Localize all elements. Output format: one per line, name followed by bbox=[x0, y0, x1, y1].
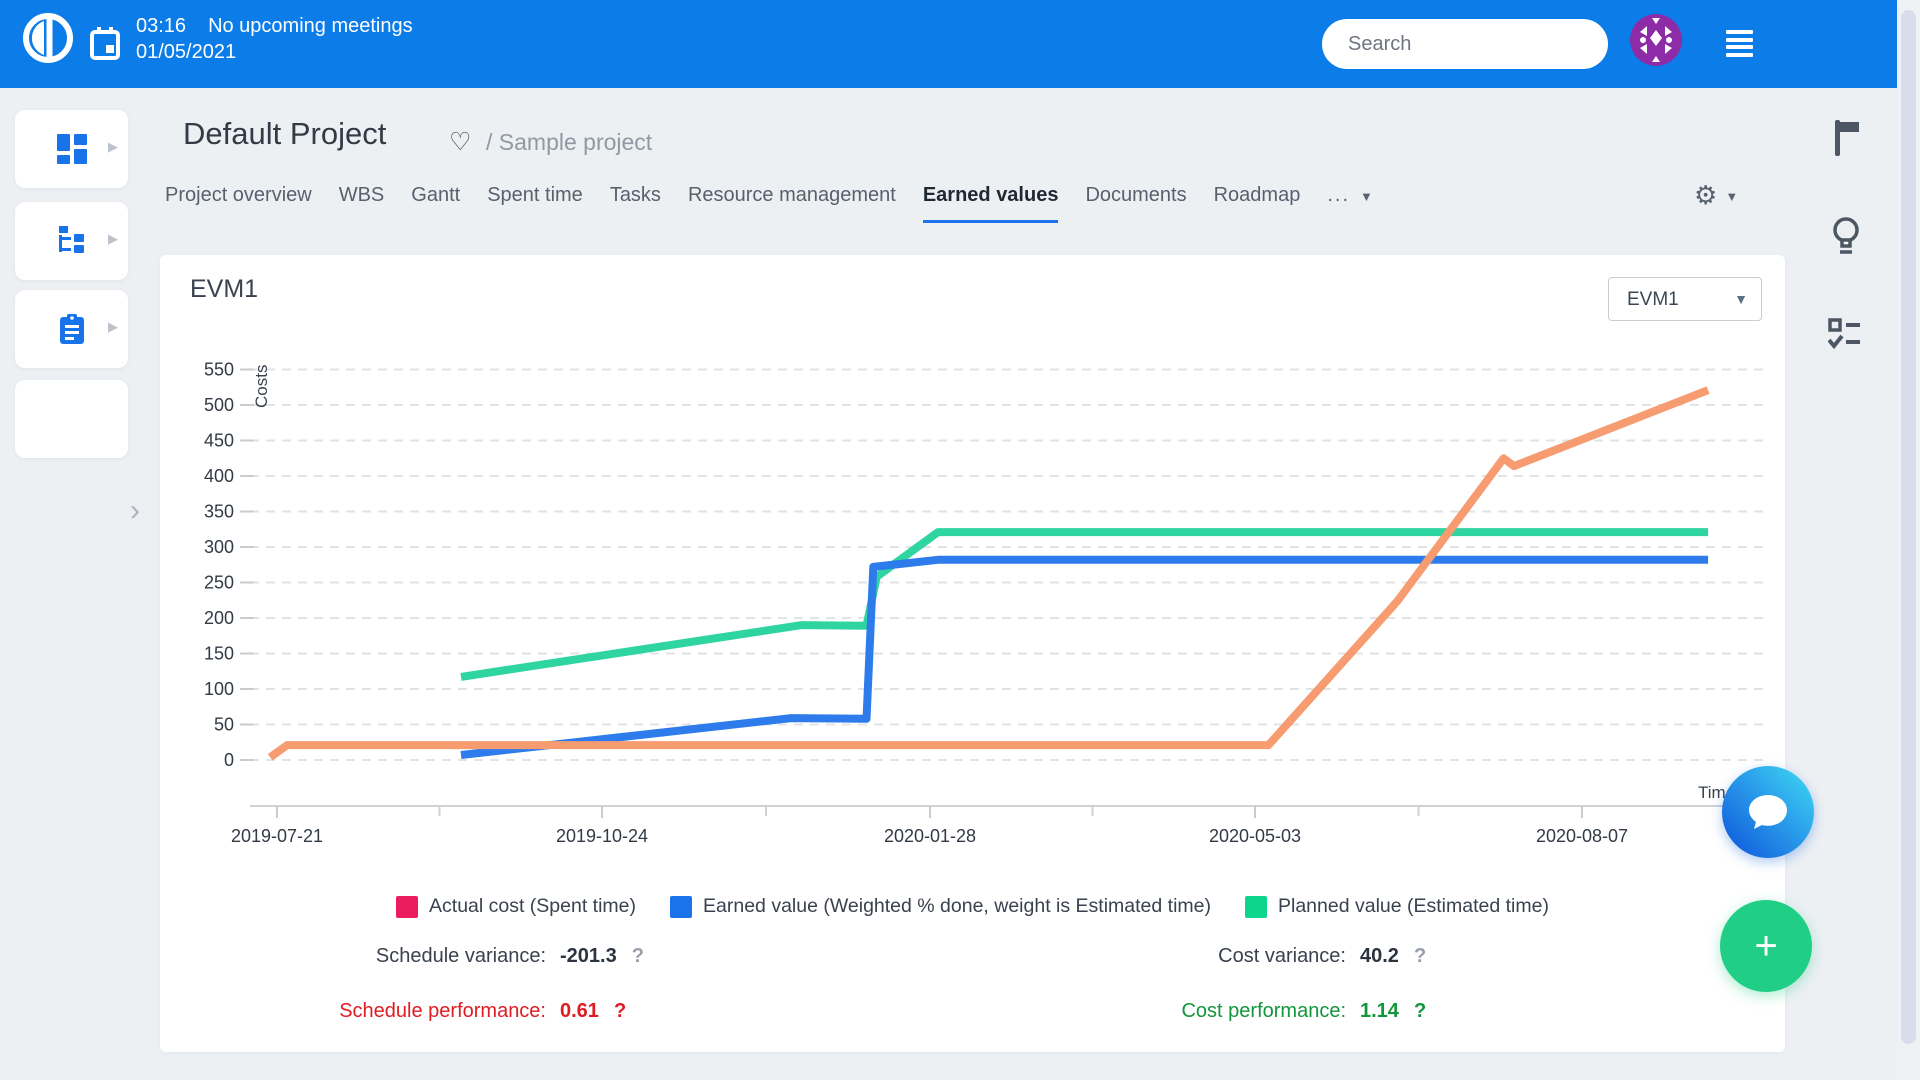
stat-value: 0.61 bbox=[560, 1000, 599, 1023]
header-agenda: 03:16 No upcoming meetings 01/05/2021 bbox=[136, 13, 413, 65]
calendar-icon[interactable] bbox=[90, 25, 120, 63]
tab-settings-group[interactable]: ⚙▼ bbox=[1694, 180, 1738, 211]
tab-resource-management[interactable]: Resource management bbox=[688, 184, 896, 223]
svg-text:2020-01-28: 2020-01-28 bbox=[884, 826, 976, 846]
ellipsis-icon: ... bbox=[1327, 184, 1350, 206]
legend-item: Earned value (Weighted % done, weight is… bbox=[670, 895, 1211, 918]
legend-item: Planned value (Estimated time) bbox=[1245, 895, 1549, 918]
stat-label: Cost variance: bbox=[1000, 945, 1346, 968]
chart-heading: EVM1 bbox=[190, 275, 258, 304]
svg-text:200: 200 bbox=[204, 608, 234, 628]
wbs-tree-icon bbox=[57, 226, 87, 256]
help-icon[interactable]: ? bbox=[632, 945, 644, 968]
svg-text:50: 50 bbox=[214, 715, 234, 735]
evm-selector[interactable]: EVM1 ▼ bbox=[1608, 277, 1762, 321]
sidebar-item-project-structure[interactable]: ▶ bbox=[15, 202, 128, 280]
svg-text:2020-05-03: 2020-05-03 bbox=[1209, 826, 1301, 846]
chevron-right-icon: ▶ bbox=[108, 231, 118, 247]
sidebar-item-dashboard[interactable]: ▶ bbox=[15, 110, 128, 188]
header-date: 01/05/2021 bbox=[136, 39, 413, 65]
chat-fab-button[interactable] bbox=[1722, 766, 1814, 858]
help-icon[interactable]: ? bbox=[1414, 945, 1426, 968]
cost-variance-stat: Cost variance: 40.2 ? bbox=[1000, 945, 1426, 968]
tab-roadmap[interactable]: Roadmap bbox=[1214, 184, 1301, 223]
tab-earned-values[interactable]: Earned values bbox=[923, 184, 1059, 223]
task-checklist-icon[interactable] bbox=[1828, 318, 1862, 355]
search-input[interactable] bbox=[1322, 19, 1608, 69]
plus-icon: + bbox=[1754, 924, 1777, 969]
svg-text:550: 550 bbox=[204, 360, 234, 380]
sidebar-item-tasks[interactable]: ▶ bbox=[15, 290, 128, 368]
dashboard-icon bbox=[57, 134, 87, 164]
lightbulb-icon[interactable] bbox=[1831, 216, 1861, 261]
chevron-right-icon: ▶ bbox=[108, 319, 118, 335]
tab-tasks[interactable]: Tasks bbox=[610, 184, 661, 223]
stat-label: Schedule performance: bbox=[200, 1000, 546, 1023]
svg-text:2019-07-21: 2019-07-21 bbox=[231, 826, 323, 846]
svg-text:100: 100 bbox=[204, 679, 234, 699]
svg-text:400: 400 bbox=[204, 466, 234, 486]
tab-gantt[interactable]: Gantt bbox=[411, 184, 460, 223]
legend-swatch bbox=[1245, 896, 1267, 918]
page-title: Default Project bbox=[183, 116, 386, 152]
meetings-text: No upcoming meetings bbox=[208, 15, 413, 37]
evm-line-chart: 0 50 100 150 200 250 300 350 400 450 500 550 Costs 20… bbox=[160, 340, 1785, 860]
cost-performance-stat: Cost performance: 1.14 ? bbox=[1000, 1000, 1426, 1023]
chart-legend: Actual cost (Spent time) Earned value (We… bbox=[160, 895, 1785, 918]
add-fab-button[interactable]: + bbox=[1720, 900, 1812, 992]
gear-icon[interactable]: ⚙ bbox=[1694, 180, 1717, 210]
sidebar-item-empty[interactable] bbox=[15, 380, 128, 458]
help-icon[interactable]: ? bbox=[614, 1000, 626, 1023]
chevron-right-icon: ▶ bbox=[108, 139, 118, 155]
chevron-down-icon: ▼ bbox=[1734, 291, 1748, 307]
flag-icon[interactable] bbox=[1833, 120, 1861, 161]
chevron-down-icon: ▼ bbox=[1360, 189, 1373, 204]
schedule-variance-stat: Schedule variance: -201.3 ? bbox=[200, 945, 644, 968]
stat-value: -201.3 bbox=[560, 945, 617, 968]
evm-chart-card: EVM1 EVM1 ▼ 0 50 100 150 200 250 300 350 400 450 5… bbox=[160, 255, 1785, 1052]
chevron-down-icon: ▼ bbox=[1725, 189, 1738, 204]
legend-label: Actual cost (Spent time) bbox=[429, 895, 636, 918]
project-tab-bar: Project overview WBS Gantt Spent time Tasks R… bbox=[165, 184, 1373, 223]
tab-more[interactable]: ... ▼ bbox=[1327, 184, 1373, 223]
svg-text:500: 500 bbox=[204, 395, 234, 415]
legend-swatch bbox=[670, 896, 692, 918]
top-header: 03:16 No upcoming meetings 01/05/2021 bbox=[0, 0, 1920, 88]
favorite-heart-icon[interactable]: ♡ bbox=[449, 127, 471, 157]
tab-spent-time[interactable]: Spent time bbox=[487, 184, 583, 223]
sidebar-expand-chevron-icon[interactable]: › bbox=[130, 494, 140, 528]
evm-selector-value: EVM1 bbox=[1627, 289, 1679, 311]
legend-swatch bbox=[396, 896, 418, 918]
scrollbar-thumb[interactable] bbox=[1901, 10, 1916, 1044]
chat-bubble-icon bbox=[1745, 791, 1791, 833]
scrollbar-track bbox=[1897, 0, 1920, 1080]
stat-label: Schedule variance: bbox=[200, 945, 546, 968]
avatar[interactable] bbox=[1630, 14, 1682, 66]
svg-text:350: 350 bbox=[204, 502, 234, 522]
svg-text:Costs: Costs bbox=[252, 365, 271, 408]
schedule-performance-stat: Schedule performance: 0.61 ? bbox=[200, 1000, 626, 1023]
help-icon[interactable]: ? bbox=[1414, 1000, 1426, 1023]
breadcrumb[interactable]: / Sample project bbox=[486, 129, 652, 156]
svg-text:2019-10-24: 2019-10-24 bbox=[556, 826, 648, 846]
legend-label: Planned value (Estimated time) bbox=[1278, 895, 1549, 918]
legend-item: Actual cost (Spent time) bbox=[396, 895, 636, 918]
clipboard-icon bbox=[57, 314, 87, 344]
clock-time: 03:16 bbox=[136, 15, 186, 37]
app-logo-icon[interactable] bbox=[22, 12, 74, 64]
svg-text:2020-08-07: 2020-08-07 bbox=[1536, 826, 1628, 846]
stat-value: 1.14 bbox=[1360, 1000, 1399, 1023]
menu-icon[interactable] bbox=[1726, 30, 1753, 57]
svg-text:300: 300 bbox=[204, 537, 234, 557]
svg-text:150: 150 bbox=[204, 644, 234, 664]
stat-label: Cost performance: bbox=[1000, 1000, 1346, 1023]
legend-label: Earned value (Weighted % done, weight is… bbox=[703, 895, 1211, 918]
svg-text:250: 250 bbox=[204, 573, 234, 593]
tab-documents[interactable]: Documents bbox=[1085, 184, 1186, 223]
stat-value: 40.2 bbox=[1360, 945, 1399, 968]
svg-text:0: 0 bbox=[224, 750, 234, 770]
tab-project-overview[interactable]: Project overview bbox=[165, 184, 312, 223]
tab-wbs[interactable]: WBS bbox=[339, 184, 385, 223]
svg-text:450: 450 bbox=[204, 431, 234, 451]
